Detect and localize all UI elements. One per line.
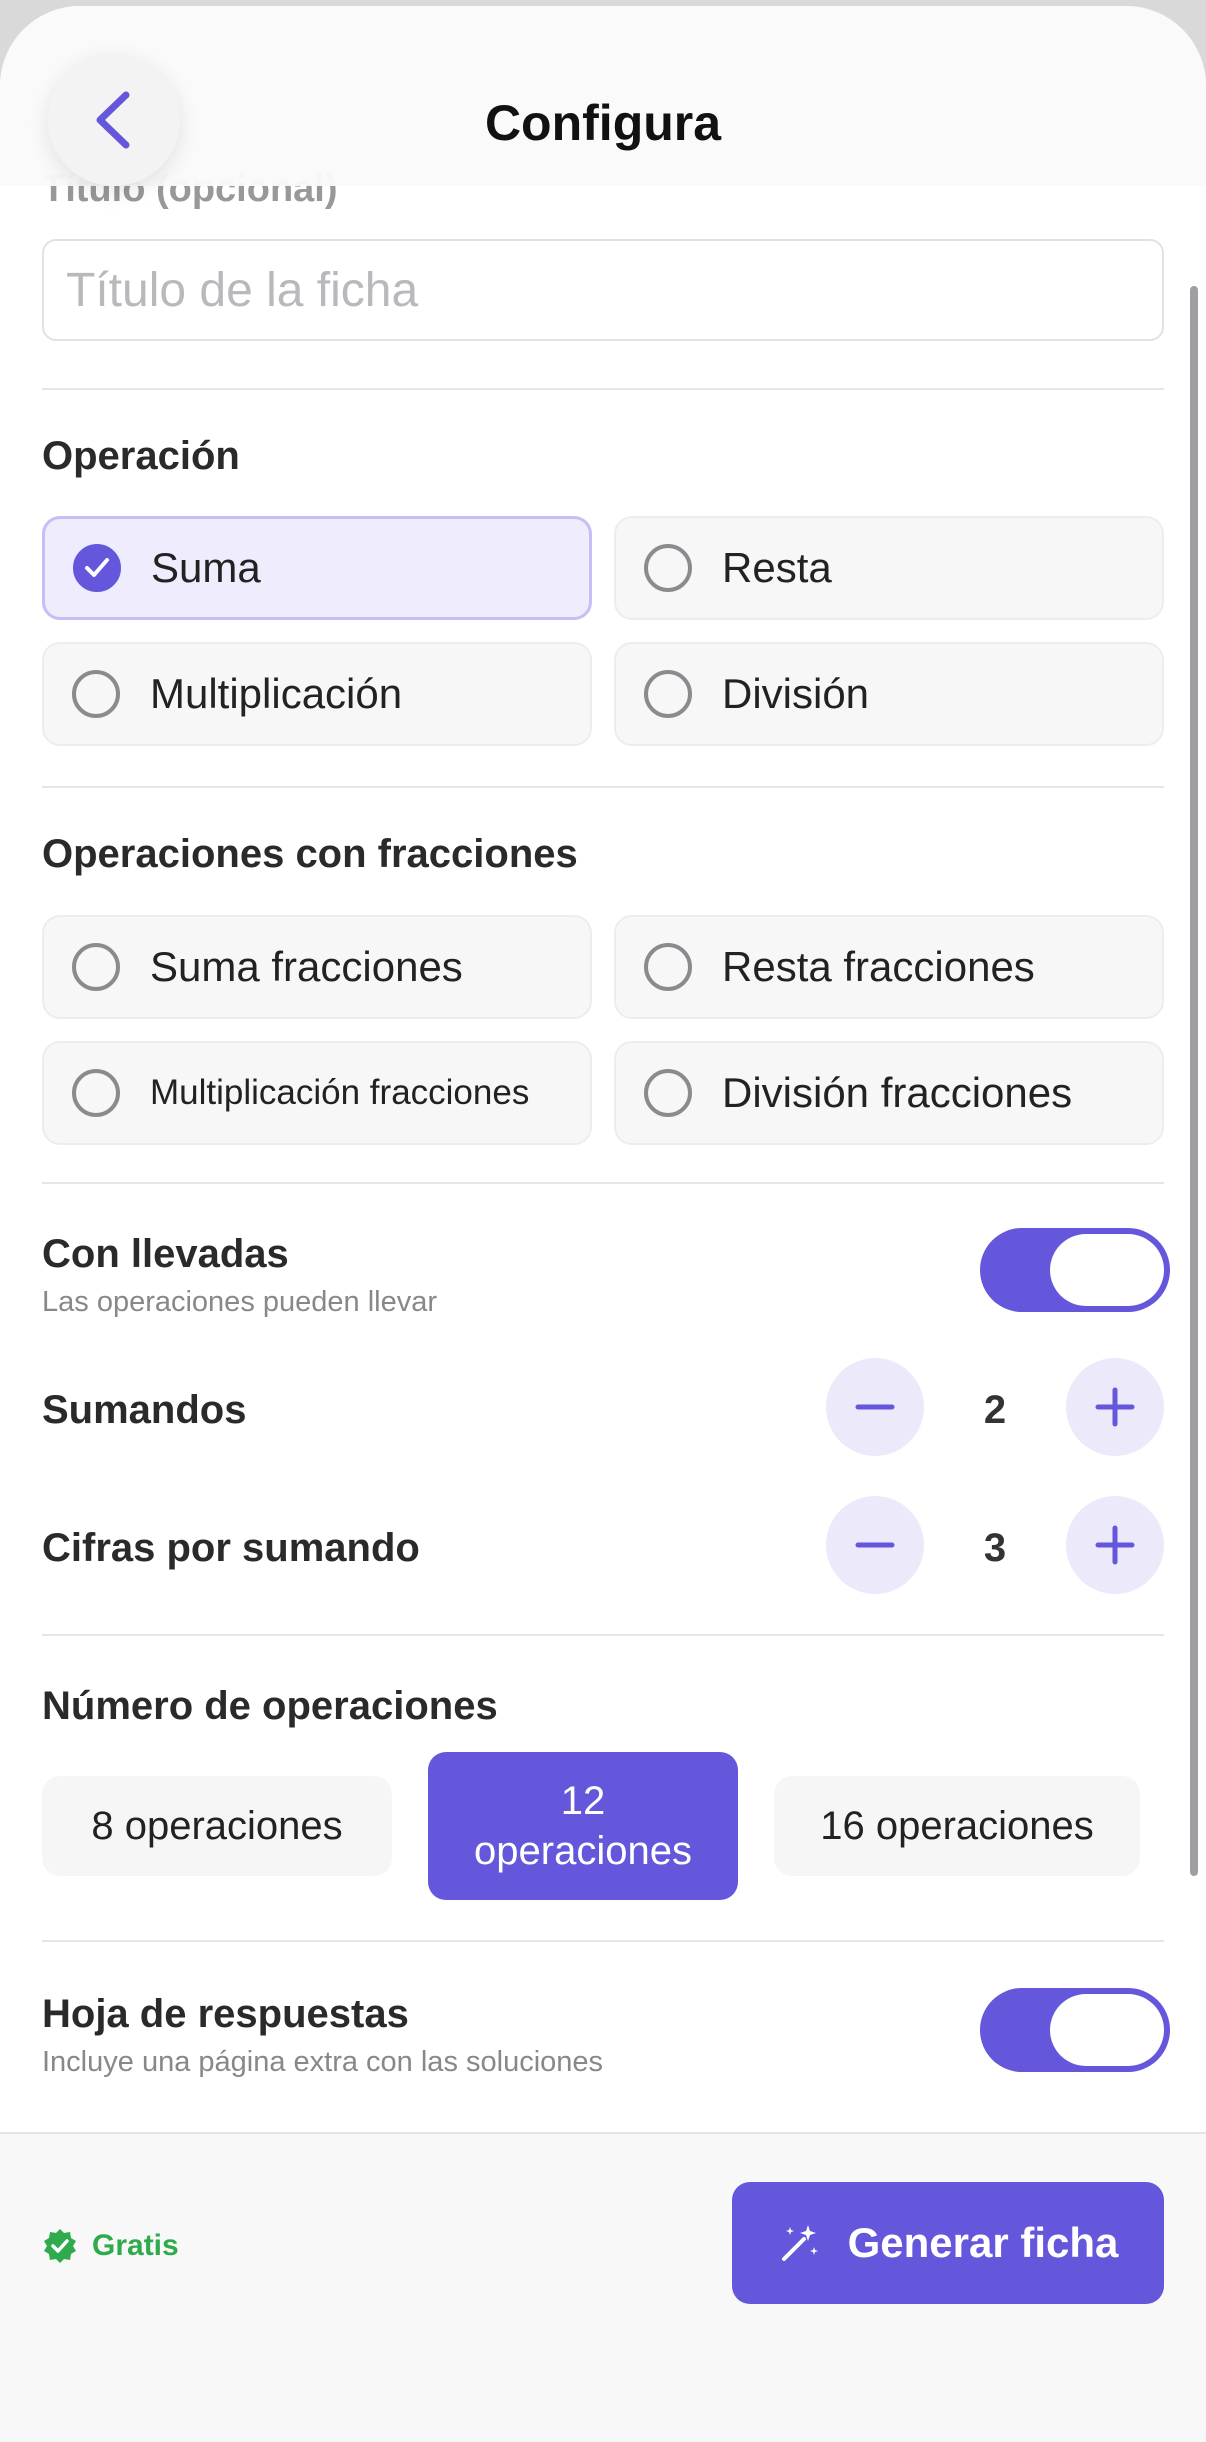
count-option-8[interactable]: 8 operaciones [42,1776,392,1876]
carry-title: Con llevadas [42,1232,289,1276]
radio-checked-icon [73,544,121,592]
footer: Gratis Generar ficha [0,2132,1206,2442]
carry-subtitle: Las operaciones pueden llevar [42,1286,437,1318]
generate-button[interactable]: Generar ficha [732,2182,1164,2304]
option-label: División fracciones [722,1069,1073,1116]
option-label: Multiplicación [150,670,403,717]
operation-section-title: Operación [42,434,240,478]
answers-toggle[interactable] [980,1988,1170,2072]
free-badge: Gratis [42,2228,179,2264]
option-multiplicacion[interactable]: Multiplicación [42,642,592,746]
magic-wand-icon [781,2225,818,2261]
divider [42,1182,1164,1184]
addends-title: Sumandos [42,1388,247,1432]
plus-icon [1095,1387,1135,1427]
radio-icon [644,670,692,718]
radio-icon [72,670,120,718]
divider [42,388,1164,390]
count-section-title: Número de operaciones [42,1684,498,1728]
verified-badge-icon [44,2229,76,2263]
option-label: División [722,670,870,717]
option-division[interactable]: División [614,642,1164,746]
option-division-fracciones[interactable]: División fracciones [614,1041,1164,1145]
option-suma-fracciones[interactable]: Suma fracciones [42,915,592,1019]
radio-icon [644,943,692,991]
divider [42,1940,1164,1942]
header: Configura [0,6,1206,186]
title-input[interactable] [42,239,1164,341]
addends-value: 2 [983,1388,1007,1432]
minus-icon [855,1404,895,1410]
radio-icon [72,943,120,991]
toggle-knob [1050,1994,1164,2066]
digits-decrement-button[interactable] [826,1496,924,1594]
plus-icon [1095,1525,1135,1565]
carry-toggle[interactable] [980,1228,1170,1312]
option-label: Multiplicación fracciones [150,1073,530,1112]
divider [42,786,1164,788]
toggle-knob [1050,1234,1164,1306]
count-option-16[interactable]: 16 operaciones [774,1776,1140,1876]
scrollbar[interactable] [1190,286,1198,1876]
minus-icon [855,1542,895,1548]
generate-button-label: Generar ficha [847,2219,1119,2266]
option-suma[interactable]: Suma [42,516,592,620]
count-option-12[interactable]: 12 operaciones [428,1752,738,1900]
digits-value: 3 [983,1526,1007,1570]
option-label: Suma fracciones [150,943,463,990]
answers-title: Hoja de respuestas [42,1992,409,2036]
option-resta-fracciones[interactable]: Resta fracciones [614,915,1164,1019]
option-label: Resta [722,544,832,591]
divider [42,1634,1164,1636]
digits-increment-button[interactable] [1066,1496,1164,1594]
option-resta[interactable]: Resta [614,516,1164,620]
addends-decrement-button[interactable] [826,1358,924,1456]
radio-icon [72,1069,120,1117]
free-badge-label: Gratis [92,2229,179,2262]
configure-sheet: Configura Título (opcional) Operación Su… [0,6,1206,2442]
fractions-section-title: Operaciones con fracciones [42,832,578,876]
answers-subtitle: Incluye una página extra con las solucio… [42,2046,604,2078]
option-multiplicacion-fracciones[interactable]: Multiplicación fracciones [42,1041,592,1145]
page-title: Configura [484,95,722,151]
digits-title: Cifras por sumando [42,1526,420,1570]
addends-increment-button[interactable] [1066,1358,1164,1456]
option-label: Resta fracciones [722,943,1035,990]
radio-icon [644,544,692,592]
radio-icon [644,1069,692,1117]
option-label: Suma [151,544,261,591]
